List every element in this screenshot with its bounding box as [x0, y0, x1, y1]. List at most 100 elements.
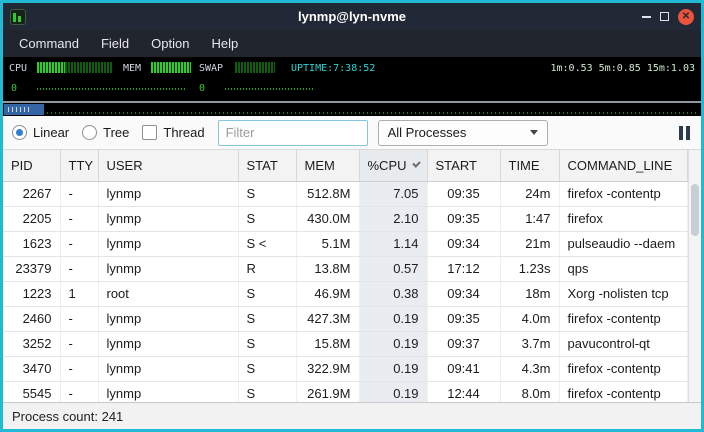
app-window: lynmp@lyn-nvme ✕ Command Field Option He… — [0, 0, 704, 432]
header-cpu-label: %CPU — [368, 158, 407, 173]
cpu-cell: 1.14 — [359, 231, 427, 256]
tree-radio[interactable] — [82, 125, 97, 140]
tty-cell: - — [60, 381, 98, 402]
cpu-cell: 0.38 — [359, 281, 427, 306]
pid-cell: 3470 — [3, 356, 60, 381]
stat-cell: R — [238, 256, 296, 281]
cpu-cell: 0.19 — [359, 381, 427, 402]
chevron-down-icon — [530, 130, 538, 135]
maximize-icon[interactable] — [660, 12, 669, 21]
linear-radio-group[interactable]: Linear — [12, 125, 69, 140]
cpu-cell: 0.19 — [359, 306, 427, 331]
table-header-row: PID TTY USER STAT MEM %CPU START TIME CO… — [3, 150, 688, 181]
linear-radio[interactable] — [12, 125, 27, 140]
header-cpu[interactable]: %CPU — [359, 150, 427, 181]
header-pid[interactable]: PID — [3, 150, 60, 181]
tty-cell: - — [60, 356, 98, 381]
stat-cell: S — [238, 306, 296, 331]
user-cell: lynmp — [98, 356, 238, 381]
table-row[interactable]: 2205-lynmpS430.0M2.1009:351:47firefox — [3, 206, 688, 231]
mem-cell: 427.3M — [296, 306, 359, 331]
user-cell: root — [98, 281, 238, 306]
cmd-cell: firefox -contentp — [559, 381, 688, 402]
pid-cell: 2460 — [3, 306, 60, 331]
tree-radio-group[interactable]: Tree — [82, 125, 129, 140]
scrollbar-thumb[interactable] — [691, 184, 699, 236]
user-cell: lynmp — [98, 206, 238, 231]
stat-cell: S < — [238, 231, 296, 256]
stat-cell: S — [238, 181, 296, 206]
process-count-text: Process count: 241 — [12, 409, 123, 424]
menu-option[interactable]: Option — [140, 31, 200, 56]
tty-cell: - — [60, 206, 98, 231]
process-filter-select[interactable]: All Processes — [378, 120, 548, 146]
table-row[interactable]: 5545-lynmpS261.9M0.1912:448.0mfirefox -c… — [3, 381, 688, 402]
start-cell: 09:34 — [427, 231, 500, 256]
cpu-cell: 0.57 — [359, 256, 427, 281]
mem-cell: 13.8M — [296, 256, 359, 281]
mem-meter-label: MEM — [123, 63, 141, 74]
title-bar[interactable]: lynmp@lyn-nvme ✕ — [3, 3, 701, 30]
process-table: PID TTY USER STAT MEM %CPU START TIME CO… — [3, 150, 688, 402]
header-user[interactable]: USER — [98, 150, 238, 181]
filter-input[interactable] — [218, 120, 368, 146]
pause-button[interactable] — [677, 122, 692, 144]
stat-cell: S — [238, 281, 296, 306]
menu-help[interactable]: Help — [200, 31, 249, 56]
table-row[interactable]: 2460-lynmpS427.3M0.1909:354.0mfirefox -c… — [3, 306, 688, 331]
cmd-cell: firefox -contentp — [559, 356, 688, 381]
user-cell: lynmp — [98, 381, 238, 402]
cpu-cell: 2.10 — [359, 206, 427, 231]
header-stat[interactable]: STAT — [238, 150, 296, 181]
mem-cell: 261.9M — [296, 381, 359, 402]
time-cell: 18m — [500, 281, 559, 306]
header-mem[interactable]: MEM — [296, 150, 359, 181]
user-cell: lynmp — [98, 256, 238, 281]
tty-cell: - — [60, 231, 98, 256]
minimize-icon[interactable] — [642, 16, 651, 18]
table-row[interactable]: 2267-lynmpS512.8M7.0509:3524mfirefox -co… — [3, 181, 688, 206]
load-graph-strip — [3, 103, 701, 116]
header-time[interactable]: TIME — [500, 150, 559, 181]
mem-scale-label: 0 — [199, 83, 205, 94]
start-cell: 09:35 — [427, 206, 500, 231]
start-cell: 09:35 — [427, 181, 500, 206]
table-row[interactable]: 3252-lynmpS15.8M0.1909:373.7mpavucontrol… — [3, 331, 688, 356]
table-row[interactable]: 1623-lynmpS <5.1M1.1409:3421mpulseaudio … — [3, 231, 688, 256]
vertical-scrollbar[interactable] — [688, 150, 701, 402]
table-row[interactable]: 23379-lynmpR13.8M0.5717:121.23sqps — [3, 256, 688, 281]
menu-field[interactable]: Field — [90, 31, 140, 56]
tty-cell: - — [60, 306, 98, 331]
mem-meter-bar — [151, 62, 191, 73]
controls-bar: Linear Tree Thread All Processes — [3, 116, 701, 150]
header-command-line[interactable]: COMMAND_LINE — [559, 150, 688, 181]
pid-cell: 23379 — [3, 256, 60, 281]
thread-checkbox-group[interactable]: Thread — [142, 125, 204, 140]
table-row[interactable]: 3470-lynmpS322.9M0.1909:414.3mfirefox -c… — [3, 356, 688, 381]
thread-checkbox[interactable] — [142, 125, 157, 140]
close-icon[interactable]: ✕ — [678, 9, 694, 25]
user-cell: lynmp — [98, 181, 238, 206]
mem-cell: 512.8M — [296, 181, 359, 206]
time-cell: 24m — [500, 181, 559, 206]
status-bar: Process count: 241 — [3, 402, 701, 429]
stat-cell: S — [238, 206, 296, 231]
load-graph-baseline — [47, 112, 698, 114]
header-start[interactable]: START — [427, 150, 500, 181]
cmd-cell: Xorg -nolisten tcp — [559, 281, 688, 306]
cmd-cell: pavucontrol-qt — [559, 331, 688, 356]
menu-bar: Command Field Option Help — [3, 30, 701, 57]
mem-cell: 430.0M — [296, 206, 359, 231]
cmd-cell: firefox -contentp — [559, 306, 688, 331]
table-row[interactable]: 12231rootS46.9M0.3809:3418mXorg -noliste… — [3, 281, 688, 306]
process-table-body: 2267-lynmpS512.8M7.0509:3524mfirefox -co… — [3, 181, 688, 402]
header-tty[interactable]: TTY — [60, 150, 98, 181]
thread-checkbox-label: Thread — [163, 125, 204, 140]
pause-icon — [686, 126, 690, 140]
tty-cell: - — [60, 331, 98, 356]
start-cell: 09:37 — [427, 331, 500, 356]
menu-command[interactable]: Command — [8, 31, 90, 56]
time-cell: 4.3m — [500, 356, 559, 381]
cpu-meter-bar — [37, 62, 65, 73]
mem-cell: 46.9M — [296, 281, 359, 306]
